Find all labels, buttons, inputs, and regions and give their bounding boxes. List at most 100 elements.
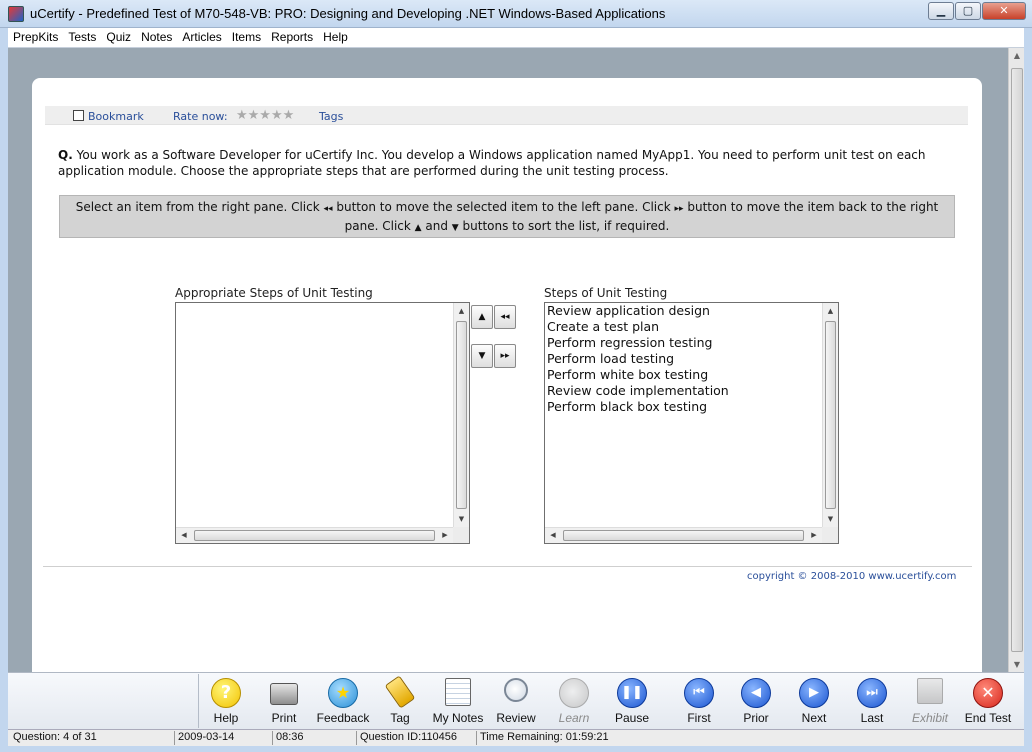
- right-hscroll-thumb[interactable]: [563, 530, 804, 541]
- next-button[interactable]: ▶ Next: [785, 676, 843, 728]
- last-button[interactable]: ⏭ Last: [843, 676, 901, 728]
- right-scroll-down-arrow[interactable]: ▼: [823, 511, 838, 527]
- pause-label: Pause: [614, 711, 650, 725]
- left-listbox[interactable]: ▲ ▼ ◀ ▶: [175, 302, 470, 544]
- question-text: Q. You work as a Software Developer for …: [58, 147, 958, 179]
- right-scroll-right-arrow[interactable]: ▶: [806, 528, 822, 543]
- tag-label: Tag: [390, 711, 410, 725]
- down-glyph: ▼: [451, 223, 459, 233]
- menu-articles[interactable]: Articles: [177, 28, 226, 44]
- right-scroll-up-arrow[interactable]: ▲: [823, 303, 838, 319]
- right-list-item[interactable]: Perform white box testing: [545, 367, 838, 383]
- move-left-glyph: ◂◂: [323, 204, 333, 214]
- question-prefix: Q.: [58, 148, 73, 162]
- exhibit-button[interactable]: Exhibit: [901, 676, 959, 728]
- scroll-up-arrow[interactable]: ▲: [1011, 51, 1023, 60]
- instruction-text-2: button to move the selected item to the …: [332, 200, 675, 214]
- window-title: uCertify - Predefined Test of M70-548-VB…: [30, 6, 666, 21]
- move-right-glyph: ▸▸: [674, 204, 684, 214]
- help-button[interactable]: ? Help: [197, 676, 255, 728]
- prior-label: Prior: [743, 711, 769, 725]
- divider: [43, 566, 972, 567]
- right-scroll-left-arrow[interactable]: ◀: [545, 528, 561, 543]
- move-up-button[interactable]: ▲: [471, 305, 493, 329]
- right-list-item[interactable]: Perform regression testing: [545, 335, 838, 351]
- up-glyph: ▲: [414, 223, 422, 233]
- scroll-down-arrow[interactable]: ▼: [1011, 660, 1023, 669]
- exhibit-label: Exhibit: [911, 711, 949, 725]
- review-button[interactable]: Review: [487, 676, 545, 728]
- bookmark-checkbox[interactable]: [73, 110, 84, 121]
- exhibit-icon: [917, 678, 943, 704]
- instruction-text-1: Select an item from the right pane. Clic…: [75, 200, 324, 214]
- first-icon: ⏮: [684, 678, 714, 708]
- tag-button[interactable]: Tag: [371, 675, 429, 728]
- window-frame-right: [1024, 28, 1032, 752]
- right-list-item[interactable]: Create a test plan: [545, 319, 838, 335]
- right-list-vscroll[interactable]: ▲ ▼: [822, 303, 838, 527]
- status-time-remaining: Time Remaining: 01:59:21: [476, 731, 636, 745]
- menu-tests[interactable]: Tests: [63, 28, 101, 44]
- feedback-button[interactable]: ★ Feedback: [314, 676, 372, 728]
- instruction-text-5: buttons to sort the list, if required.: [458, 219, 670, 233]
- left-list-hscroll[interactable]: ◀ ▶: [176, 527, 453, 543]
- menu-items[interactable]: Items: [227, 28, 266, 44]
- end-test-button[interactable]: ✕ End Test: [959, 676, 1017, 728]
- pause-button[interactable]: ❚❚ Pause: [603, 676, 661, 728]
- first-button[interactable]: ⏮ First: [670, 676, 728, 728]
- help-label: Help: [213, 711, 239, 725]
- move-to-left-button[interactable]: ◂◂: [494, 305, 516, 329]
- move-down-button[interactable]: ▼: [471, 344, 493, 368]
- left-scroll-thumb[interactable]: [456, 321, 467, 509]
- rating-stars[interactable]: ★★★★★: [236, 108, 294, 123]
- right-list-item[interactable]: Perform black box testing: [545, 399, 838, 415]
- left-scroll-right-arrow[interactable]: ▶: [437, 528, 453, 543]
- window-frame-bottom: [0, 746, 1032, 752]
- left-scroll-up-arrow[interactable]: ▲: [454, 303, 469, 319]
- menu-notes[interactable]: Notes: [136, 28, 177, 44]
- right-scroll-corner: [822, 527, 838, 543]
- help-icon: ?: [211, 678, 241, 708]
- menu-help[interactable]: Help: [318, 28, 353, 44]
- right-list-hscroll[interactable]: ◀ ▶: [545, 527, 822, 543]
- left-list-label: Appropriate Steps of Unit Testing: [175, 286, 373, 300]
- learn-label: Learn: [558, 711, 590, 725]
- print-button[interactable]: Print: [255, 676, 313, 728]
- end-test-label: End Test: [964, 711, 1012, 725]
- minimize-button[interactable]: ▁: [928, 2, 954, 20]
- menu-quiz[interactable]: Quiz: [101, 28, 136, 44]
- close-button[interactable]: ✕: [982, 2, 1026, 20]
- menu-prepkits[interactable]: PrepKits: [8, 28, 63, 44]
- my-notes-label: My Notes: [432, 711, 484, 725]
- left-list-vscroll[interactable]: ▲ ▼: [453, 303, 469, 527]
- end-test-icon: ✕: [973, 678, 1003, 708]
- prior-button[interactable]: ◀ Prior: [727, 676, 785, 728]
- page-scrollbar[interactable]: ▲ ▼: [1008, 48, 1024, 672]
- pause-icon: ❚❚: [617, 678, 647, 708]
- notes-icon: [445, 678, 471, 706]
- left-scroll-down-arrow[interactable]: ▼: [454, 511, 469, 527]
- right-scroll-thumb[interactable]: [825, 321, 836, 509]
- left-scroll-left-arrow[interactable]: ◀: [176, 528, 192, 543]
- maximize-button[interactable]: ▢: [955, 2, 981, 20]
- feedback-label: Feedback: [316, 711, 370, 725]
- move-to-right-button[interactable]: ▸▸: [494, 344, 516, 368]
- right-list-item[interactable]: Review code implementation: [545, 383, 838, 399]
- left-scroll-corner: [453, 527, 469, 543]
- left-hscroll-thumb[interactable]: [194, 530, 435, 541]
- rate-now-label: Rate now:: [173, 110, 228, 123]
- tags-link[interactable]: Tags: [319, 110, 343, 123]
- right-list-item[interactable]: Review application design: [545, 303, 838, 319]
- right-listbox[interactable]: Review application design Create a test p…: [544, 302, 839, 544]
- page-scroll-thumb[interactable]: [1011, 68, 1023, 652]
- print-label: Print: [271, 711, 297, 725]
- instruction-box: Select an item from the right pane. Clic…: [59, 195, 955, 238]
- learn-button[interactable]: Learn: [545, 676, 603, 728]
- question-body: You work as a Software Developer for uCe…: [58, 148, 926, 178]
- copyright-link[interactable]: copyright © 2008-2010 www.ucertify.com: [747, 571, 956, 582]
- menu-reports[interactable]: Reports: [266, 28, 318, 44]
- my-notes-button[interactable]: My Notes: [429, 676, 487, 728]
- right-list-item[interactable]: Perform load testing: [545, 351, 838, 367]
- bookmark-label[interactable]: Bookmark: [88, 110, 144, 123]
- first-label: First: [687, 711, 711, 725]
